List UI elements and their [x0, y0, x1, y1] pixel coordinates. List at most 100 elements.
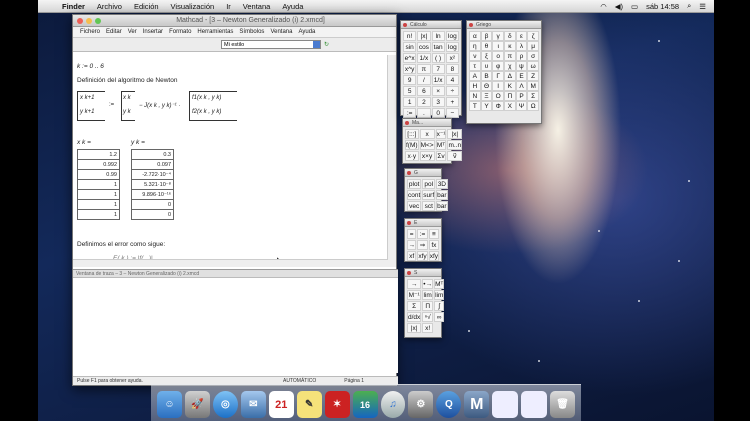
photo-booth-icon[interactable]: ✶	[324, 391, 350, 418]
calculator-key[interactable]: x²	[445, 53, 459, 63]
greek-letter-key[interactable]: ι	[492, 41, 504, 51]
greek-letter-key[interactable]: Ι	[492, 81, 504, 91]
app-store-icon[interactable]: 16	[352, 391, 378, 418]
system-preferences-icon[interactable]: ⚙	[408, 391, 434, 418]
symbolic-key[interactable]: M⁻¹	[407, 290, 422, 300]
greek-letter-key[interactable]: β	[480, 31, 493, 41]
menu-fichero[interactable]: Fichero	[77, 29, 103, 35]
calculator-key[interactable]: +	[445, 97, 459, 107]
matrix-key[interactable]: f(M)	[405, 140, 419, 150]
document-icon[interactable]	[492, 391, 519, 418]
greek-letter-key[interactable]: θ	[480, 41, 493, 51]
greek-letter-key[interactable]: γ	[492, 31, 504, 41]
close-button[interactable]	[77, 17, 83, 24]
close-icon[interactable]	[407, 220, 411, 225]
zoom-button[interactable]	[95, 17, 101, 24]
greek-letter-key[interactable]: ν	[469, 51, 481, 61]
symbolic-key[interactable]: Mᵀ	[434, 279, 445, 289]
greek-letter-key[interactable]: Τ	[469, 101, 481, 111]
symbolic-key[interactable]: Σ	[407, 301, 422, 311]
greek-letter-key[interactable]: Ζ	[527, 71, 539, 81]
greek-letter-key[interactable]: φ	[492, 61, 504, 71]
greek-letter-key[interactable]: Ρ	[515, 91, 528, 101]
calculator-key[interactable]: sin	[403, 42, 417, 52]
calculator-key[interactable]: 4	[445, 75, 459, 85]
menu-edicion[interactable]: Edición	[128, 2, 165, 11]
close-icon[interactable]	[469, 22, 473, 27]
symbolic-key[interactable]: ⁿ√	[422, 312, 434, 322]
trace-window[interactable]: Ventana de traza – 3 – Newton Generaliza…	[73, 269, 398, 373]
calculator-key[interactable]: 1/x	[417, 53, 431, 63]
close-icon[interactable]	[405, 120, 409, 125]
greek-letter-key[interactable]: ψ	[515, 61, 528, 71]
menu-herramientas[interactable]: Herramientas	[194, 29, 236, 35]
matrix-key[interactable]: x	[419, 129, 435, 139]
graph-key[interactable]: bar	[436, 201, 448, 211]
calculator-key[interactable]: .	[417, 108, 431, 118]
greek-letter-key[interactable]: σ	[527, 51, 539, 61]
calculator-key[interactable]: e^x	[403, 53, 417, 63]
finder-icon[interactable]: ☺	[157, 391, 182, 418]
close-icon[interactable]	[407, 170, 411, 175]
calculator-key[interactable]: 9	[403, 75, 417, 85]
greek-letter-key[interactable]: τ	[469, 61, 481, 71]
greek-letter-key[interactable]: Μ	[527, 81, 539, 91]
evaluation-key[interactable]: :=	[417, 229, 428, 239]
calculator-key[interactable]: n!	[403, 31, 417, 41]
greek-letter-key[interactable]: Ε	[515, 71, 528, 81]
greek-letter-key[interactable]: κ	[504, 41, 516, 51]
calculator-key[interactable]: log	[445, 31, 459, 41]
symbolic-key[interactable]: x!	[422, 323, 434, 333]
symbolic-key[interactable]: ∞	[434, 312, 445, 322]
worksheet[interactable]: k := 0 .. 6 Definición del algoritmo de …	[73, 55, 388, 267]
safari-icon[interactable]: ◎	[212, 391, 238, 418]
calculator-key[interactable]: /	[417, 75, 431, 85]
greek-letter-key[interactable]: δ	[504, 31, 516, 41]
itunes-icon[interactable]: ♫	[380, 391, 406, 418]
matrix-key[interactable]: x⁻¹	[435, 129, 447, 139]
matrix-key[interactable]: M<>	[419, 140, 435, 150]
calculator-key[interactable]: −	[445, 108, 459, 118]
calculator-key[interactable]: 8	[445, 64, 459, 74]
calculator-key[interactable]: 6	[417, 86, 431, 96]
greek-letter-key[interactable]: Κ	[504, 81, 516, 91]
trash-icon[interactable]: 🗑	[550, 391, 576, 418]
matrix-key[interactable]: x×y	[419, 151, 435, 161]
greek-letter-key[interactable]: χ	[504, 61, 516, 71]
menu-ayuda[interactable]: Ayuda	[295, 29, 318, 35]
calculator-key[interactable]: π	[417, 64, 431, 74]
document-icon[interactable]	[521, 391, 548, 418]
mathcad-icon[interactable]: M	[464, 391, 490, 418]
calculator-key[interactable]: 1/x	[431, 75, 445, 85]
menu-archivo[interactable]: Archivo	[91, 2, 128, 11]
quicktime-icon[interactable]: Q	[436, 391, 462, 418]
greek-letter-key[interactable]: Ω	[527, 101, 539, 111]
matrix-key[interactable]: [:::]	[405, 129, 419, 139]
evaluation-key[interactable]: →	[407, 240, 417, 250]
horizontal-scrollbar[interactable]	[73, 259, 388, 267]
battery-icon[interactable]: ▭	[631, 2, 638, 11]
greek-letter-key[interactable]: π	[504, 51, 516, 61]
launchpad-icon[interactable]: 🚀	[184, 391, 210, 418]
greek-letter-key[interactable]: Ψ	[515, 101, 528, 111]
menu-formato[interactable]: Formato	[166, 29, 194, 35]
menu-finder[interactable]: Finder	[56, 2, 91, 11]
graph-key[interactable]: cont	[407, 190, 422, 200]
evaluation-key[interactable]: ≡	[428, 229, 439, 239]
evaluation-key[interactable]: xfy	[417, 251, 428, 261]
graph-key[interactable]: surf	[422, 190, 436, 200]
greek-letter-key[interactable]: Λ	[515, 81, 528, 91]
calculator-key[interactable]: 3	[431, 97, 445, 107]
matrix-key[interactable]: x·y	[405, 151, 419, 161]
volume-icon[interactable]: ◀)	[615, 2, 623, 11]
greek-letter-key[interactable]: ρ	[515, 51, 528, 61]
calculator-key[interactable]: ln	[431, 31, 445, 41]
graph-key[interactable]: vec	[407, 201, 422, 211]
spotlight-icon[interactable]: ⌕	[687, 1, 691, 11]
calculator-key[interactable]: 5	[403, 86, 417, 96]
calculator-key[interactable]: ( )	[431, 53, 445, 63]
menu-ver[interactable]: Ver	[125, 29, 140, 35]
notes-icon[interactable]: ✎	[296, 391, 322, 418]
greek-letter-key[interactable]: Χ	[504, 101, 516, 111]
matrix-key[interactable]: |x|	[447, 129, 463, 139]
